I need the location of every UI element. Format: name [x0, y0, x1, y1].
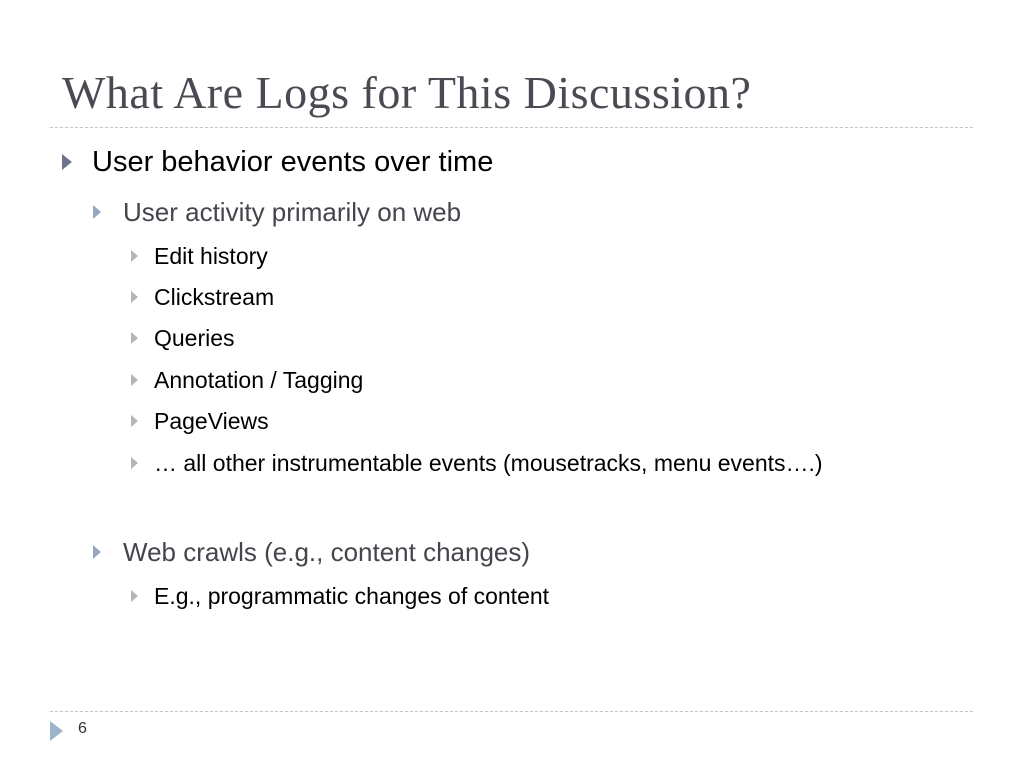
bullet-arrow-icon — [131, 374, 138, 386]
bullet-text: Web crawls (e.g., content changes) — [123, 537, 531, 567]
bullet-arrow-icon — [131, 415, 138, 427]
bullet-arrow-icon — [131, 291, 138, 303]
bullet-text: … all other instrumentable events (mouse… — [154, 450, 823, 476]
bullet-arrow-icon — [131, 457, 138, 469]
footer-arrow-icon — [50, 721, 63, 741]
page-number: 6 — [78, 720, 87, 737]
footer-divider — [50, 711, 973, 712]
bullet-arrow-icon — [62, 154, 72, 170]
bullet-text: Queries — [154, 325, 235, 351]
title-divider — [50, 127, 973, 128]
bullet-arrow-icon — [131, 250, 138, 262]
bullet-arrow-icon — [131, 332, 138, 344]
bullet-arrow-icon — [131, 590, 138, 602]
bullet-text: PageViews — [154, 408, 269, 434]
bullet-text: Annotation / Tagging — [154, 367, 364, 393]
bullet-arrow-icon — [93, 205, 101, 219]
bullet-arrow-icon — [93, 545, 101, 559]
bullet-text: User activity primarily on web — [123, 197, 462, 227]
bullet-text: User behavior events over time — [92, 146, 494, 178]
slide-title: What Are Logs for This Discussion? — [62, 67, 752, 118]
bullet-text: E.g., programmatic changes of content — [154, 583, 550, 609]
bullet-text: Clickstream — [154, 284, 275, 310]
bullet-text: Edit history — [154, 243, 268, 269]
